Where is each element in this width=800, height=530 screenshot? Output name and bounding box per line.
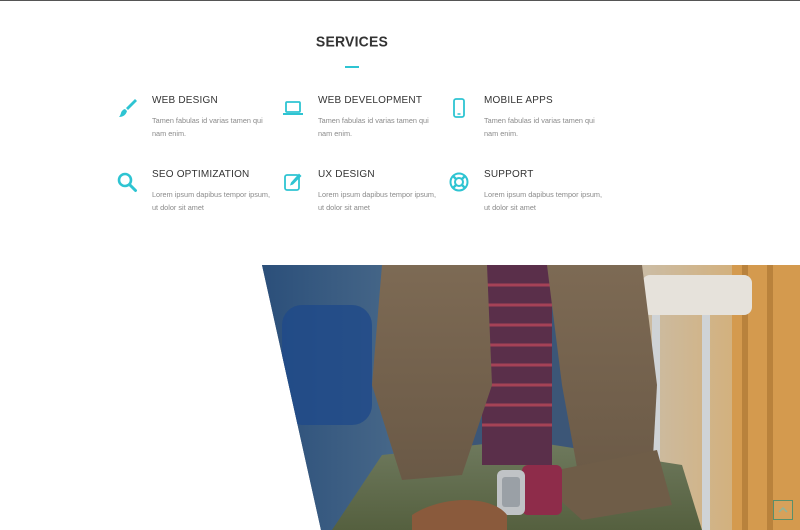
- section-title: SERVICES: [315, 32, 389, 50]
- paintbrush-icon: [119, 99, 137, 117]
- service-item-web-design: WEB DESIGN Tamen fabulas id varias tamen…: [119, 95, 272, 140]
- service-description: Tamen fabulas id varias tamen qui nam en…: [152, 116, 263, 138]
- service-title: UX DESIGN: [318, 169, 375, 180]
- mobile-phone-icon: [453, 98, 465, 118]
- magnifier-icon: [117, 172, 137, 192]
- service-title: SEO OPTIMIZATION: [152, 169, 250, 180]
- service-title: WEB DESIGN: [152, 95, 218, 106]
- service-description: Lorem ipsum dapibus tempor ipsum, ut dol…: [318, 190, 437, 212]
- service-description: Tamen fabulas id varias tamen qui nam en…: [318, 116, 429, 138]
- lifebuoy-icon: [449, 172, 469, 192]
- edit-icon: [284, 173, 302, 191]
- seated-man-photo: [262, 265, 800, 530]
- top-divider: [0, 0, 800, 1]
- photo-illustration: [262, 265, 800, 530]
- service-title: SUPPORT: [484, 169, 534, 180]
- service-item-seo-optimization: SEO OPTIMIZATION Lorem ipsum dapibus tem…: [117, 169, 272, 214]
- service-item-support: SUPPORT Lorem ipsum dapibus tempor ipsum…: [449, 169, 604, 214]
- service-title: MOBILE APPS: [484, 95, 553, 106]
- laptop-icon: [283, 101, 303, 115]
- service-description: Lorem ipsum dapibus tempor ipsum, ut dol…: [484, 190, 603, 212]
- title-underline: [345, 66, 359, 68]
- service-item-mobile-apps: MOBILE APPS Tamen fabulas id varias tame…: [453, 95, 604, 140]
- service-description: Tamen fabulas id varias tamen qui nam en…: [484, 116, 595, 138]
- service-description: Lorem ipsum dapibus tempor ipsum, ut dol…: [152, 190, 271, 212]
- service-item-ux-design: UX DESIGN Lorem ipsum dapibus tempor ips…: [284, 169, 438, 214]
- service-item-web-development: WEB DEVELOPMENT Tamen fabulas id varias …: [283, 95, 438, 140]
- service-title: WEB DEVELOPMENT: [318, 95, 423, 106]
- chevron-up-icon: [778, 506, 788, 513]
- scroll-to-top-button[interactable]: [773, 500, 793, 520]
